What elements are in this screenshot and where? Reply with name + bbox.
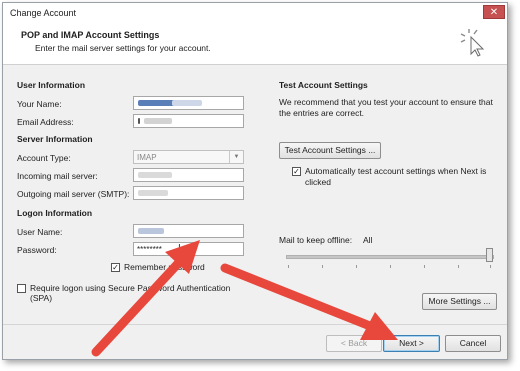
remember-password-checkbox[interactable]: ✓ <box>111 263 120 272</box>
dialog-header: POP and IMAP Account Settings Enter the … <box>3 24 507 65</box>
slider-tick <box>356 265 357 268</box>
email-address-input[interactable] <box>133 114 244 128</box>
header-title: POP and IMAP Account Settings <box>21 30 160 40</box>
redacted-username <box>138 228 164 234</box>
slider-tick <box>424 265 425 268</box>
chevron-down-icon: ▼ <box>229 151 243 163</box>
redacted-outgoing <box>138 190 168 196</box>
remember-password-label: Remember password <box>124 262 205 272</box>
incoming-server-input[interactable] <box>133 168 244 182</box>
back-button[interactable]: < Back <box>326 335 382 352</box>
password-value: ******** <box>137 245 162 254</box>
click-cursor-icon <box>460 29 485 57</box>
redacted-email <box>144 118 172 124</box>
offline-slider-track[interactable] <box>286 255 494 259</box>
auto-test-checkbox[interactable]: ✓ <box>292 167 301 176</box>
offline-label: Mail to keep offline: <box>279 235 353 245</box>
slider-tick <box>390 265 391 268</box>
account-type-select: IMAP ▼ <box>133 150 244 164</box>
slider-tick <box>458 265 459 268</box>
next-button[interactable]: Next > <box>383 335 440 352</box>
server-info-heading: Server Information <box>17 134 93 144</box>
password-label: Password: <box>17 245 57 255</box>
your-name-label: Your Name: <box>17 99 62 109</box>
more-settings-button[interactable]: More Settings ... <box>422 293 497 310</box>
test-settings-heading: Test Account Settings <box>279 80 368 90</box>
spa-checkbox[interactable] <box>17 284 26 293</box>
outgoing-server-input[interactable] <box>133 186 244 200</box>
cancel-button[interactable]: Cancel <box>445 335 501 352</box>
your-name-input[interactable] <box>133 96 244 110</box>
window-title: Change Account <box>10 8 77 18</box>
incoming-server-label: Incoming mail server: <box>17 171 98 181</box>
text-caret <box>138 118 140 124</box>
spa-label: Require logon using Secure Password Auth… <box>30 283 231 303</box>
test-account-settings-button[interactable]: Test Account Settings ... <box>279 142 381 159</box>
password-input[interactable]: ******** I <box>133 242 244 256</box>
close-button[interactable]: ✕ <box>483 5 505 19</box>
redacted-name-tail <box>172 100 202 106</box>
text-cursor-icon: I <box>178 243 181 254</box>
user-name-input[interactable] <box>133 224 244 238</box>
title-bar: Change Account ✕ <box>3 3 507 25</box>
outgoing-server-label: Outgoing mail server (SMTP): <box>17 189 130 199</box>
offline-slider-thumb[interactable] <box>486 248 493 262</box>
redacted-incoming <box>138 172 172 178</box>
email-address-label: Email Address: <box>17 117 74 127</box>
slider-tick <box>490 265 491 268</box>
offline-value: All <box>363 235 373 245</box>
account-type-value: IMAP <box>137 153 157 162</box>
logon-info-heading: Logon Information <box>17 208 93 218</box>
header-subtitle: Enter the mail server settings for your … <box>35 43 211 53</box>
change-account-dialog: Change Account ✕ POP and IMAP Account Se… <box>2 2 508 360</box>
user-info-heading: User Information <box>17 80 86 90</box>
slider-tick <box>288 265 289 268</box>
footer-divider <box>3 324 507 325</box>
slider-tick <box>322 265 323 268</box>
user-name-label: User Name: <box>17 227 63 237</box>
auto-test-label: Automatically test account settings when… <box>305 166 487 187</box>
account-type-label: Account Type: <box>17 153 71 163</box>
test-description: We recommend that you test your account … <box>279 97 493 118</box>
